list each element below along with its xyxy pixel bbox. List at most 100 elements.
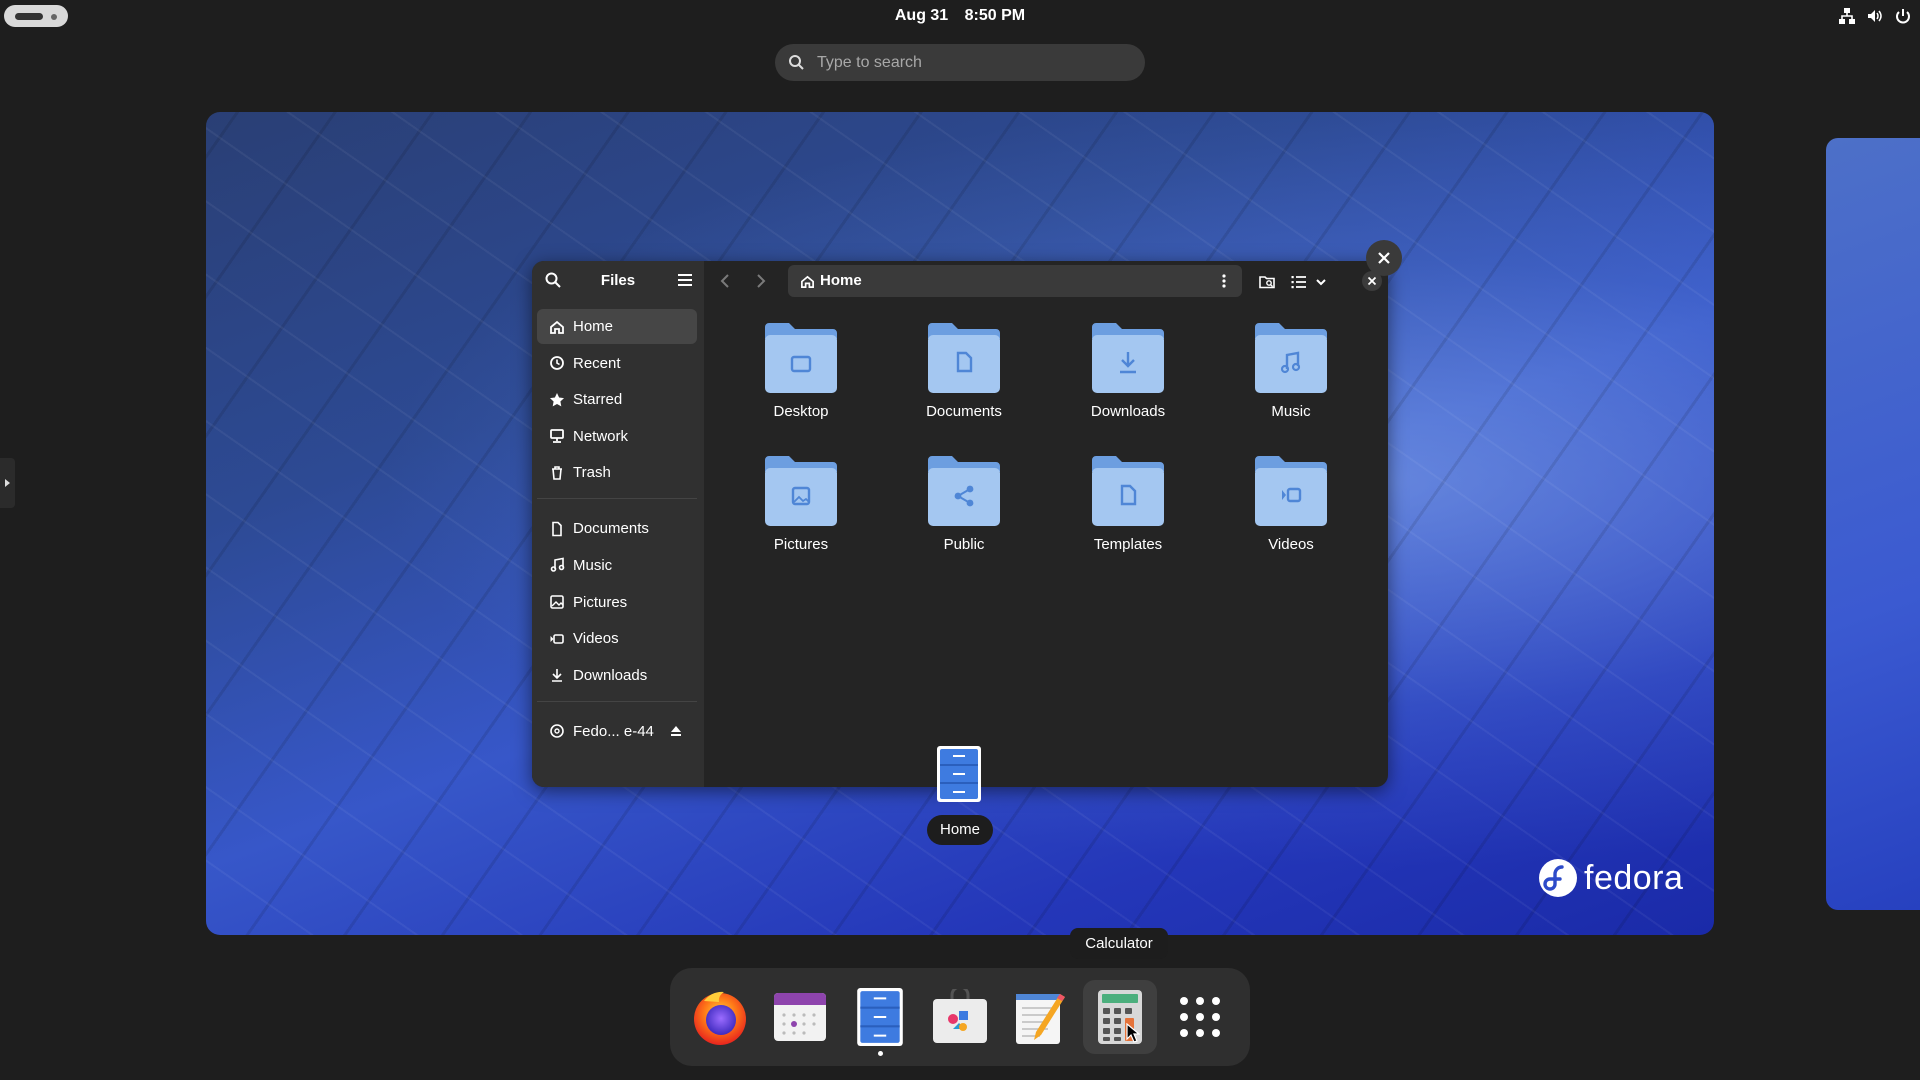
files-app-icon bbox=[937, 746, 981, 802]
search-folder-icon[interactable] bbox=[1258, 273, 1276, 291]
window-title-label: Home bbox=[927, 815, 993, 845]
dash-item-firefox[interactable] bbox=[683, 980, 757, 1054]
document-icon bbox=[549, 521, 565, 537]
sidebar-item-starred[interactable]: Starred bbox=[537, 382, 697, 417]
folder-icon bbox=[1255, 456, 1327, 526]
list-view-icon[interactable] bbox=[1290, 273, 1308, 291]
firefox-icon bbox=[694, 991, 746, 1045]
fedora-logo: fedora bbox=[1538, 858, 1683, 898]
folder-icon bbox=[765, 456, 837, 526]
dash-item-software[interactable] bbox=[923, 980, 997, 1054]
close-icon bbox=[1367, 276, 1377, 286]
fedora-wordmark: fedora bbox=[1584, 858, 1684, 897]
folder-icon bbox=[765, 323, 837, 393]
folder-name: Downloads bbox=[1090, 403, 1166, 420]
forward-icon[interactable] bbox=[750, 271, 770, 291]
app-grid-icon bbox=[1180, 997, 1220, 1037]
folder-name: Videos bbox=[1268, 536, 1314, 553]
dash-tooltip: Calculator bbox=[1070, 928, 1168, 959]
network-icon bbox=[549, 428, 565, 444]
sidebar-item-downloads[interactable]: Downloads bbox=[537, 658, 697, 693]
sidebar-item-trash[interactable]: Trash bbox=[537, 455, 697, 490]
clock[interactable]: Aug 31 8:50 PM bbox=[0, 0, 1920, 32]
disc-icon bbox=[549, 723, 565, 739]
close-icon bbox=[1378, 252, 1390, 264]
search-input[interactable] bbox=[815, 44, 1125, 81]
sidebar-item-pictures[interactable]: Pictures bbox=[537, 585, 697, 620]
search-icon bbox=[789, 55, 804, 70]
files-window[interactable]: Files Home Recent Starred Network Trash … bbox=[532, 261, 1388, 787]
dash-item-files[interactable] bbox=[843, 980, 917, 1056]
sidebar-list: Home Recent Starred Network Trash Docume… bbox=[537, 309, 697, 750]
folder-item[interactable]: Templates bbox=[1053, 450, 1203, 570]
home-icon bbox=[549, 319, 565, 335]
sidebar-item-label: Pictures bbox=[573, 593, 628, 611]
sidebar-item-label: Documents bbox=[573, 520, 649, 538]
back-icon[interactable] bbox=[716, 271, 736, 291]
files-icon bbox=[857, 988, 903, 1046]
dash-item-calendar[interactable] bbox=[763, 980, 837, 1054]
network-icon bbox=[1839, 8, 1855, 24]
folder-item[interactable]: Public bbox=[889, 450, 1039, 570]
sidebar-item-device[interactable]: Fedo... e-44 bbox=[537, 714, 697, 749]
folder-item[interactable]: Desktop bbox=[726, 317, 876, 437]
mouse-cursor-icon bbox=[1126, 1023, 1140, 1043]
overview-close-button[interactable] bbox=[1366, 240, 1402, 276]
sidebar-item-music[interactable]: Music bbox=[537, 548, 697, 583]
sidebar-item-label: Fedo... e-44 bbox=[573, 722, 654, 740]
folder-icon bbox=[928, 323, 1000, 393]
folder-icon bbox=[1092, 323, 1164, 393]
sidebar-item-recent[interactable]: Recent bbox=[537, 346, 697, 381]
sidebar-item-label: Downloads bbox=[573, 666, 648, 684]
folder-item[interactable]: Documents bbox=[889, 317, 1039, 437]
power-icon bbox=[1896, 9, 1910, 24]
system-tray[interactable] bbox=[1838, 6, 1912, 26]
folder-icon bbox=[1255, 323, 1327, 393]
sidebar-item-label: Starred bbox=[573, 391, 623, 409]
left-edge-handle[interactable] bbox=[0, 458, 15, 508]
sidebar-item-label: Music bbox=[573, 556, 613, 574]
search-entry[interactable] bbox=[775, 44, 1145, 81]
folder-item[interactable]: Downloads bbox=[1053, 317, 1203, 437]
folder-item[interactable]: Music bbox=[1216, 317, 1366, 437]
location-bar[interactable]: Home bbox=[788, 265, 1242, 297]
files-headerbar: Home bbox=[704, 261, 1388, 301]
sidebar-item-label: Network bbox=[573, 427, 629, 445]
video-icon bbox=[549, 631, 565, 647]
sidebar-item-home[interactable]: Home bbox=[537, 309, 697, 344]
sidebar-header: Files bbox=[532, 261, 704, 301]
text-editor-icon bbox=[1016, 994, 1065, 1044]
calendar-icon bbox=[774, 993, 826, 1041]
dash-item-show-apps[interactable] bbox=[1163, 980, 1237, 1054]
clock-icon bbox=[549, 355, 565, 371]
folder-item[interactable]: Pictures bbox=[726, 450, 876, 570]
trash-icon bbox=[549, 465, 565, 481]
sidebar-item-videos[interactable]: Videos bbox=[537, 621, 697, 656]
sidebar-item-label: Home bbox=[573, 318, 614, 335]
software-icon bbox=[933, 989, 987, 1043]
kebab-menu-icon[interactable] bbox=[1216, 273, 1232, 289]
download-icon bbox=[549, 667, 565, 683]
folder-name: Desktop bbox=[773, 403, 829, 420]
star-icon bbox=[549, 392, 565, 408]
workspace-next[interactable] bbox=[1826, 138, 1920, 910]
dash-item-calculator[interactable] bbox=[1083, 980, 1157, 1054]
sidebar-item-label: Videos bbox=[573, 630, 619, 648]
sidebar-item-label: Recent bbox=[573, 354, 621, 372]
top-bar: Aug 31 8:50 PM bbox=[0, 0, 1920, 32]
folder-item[interactable]: Videos bbox=[1216, 450, 1366, 570]
sidebar-item-network[interactable]: Network bbox=[537, 419, 697, 454]
dash-item-text-editor[interactable] bbox=[1003, 980, 1077, 1054]
sidebar-separator bbox=[537, 700, 697, 702]
clock-time: 8:50 PM bbox=[964, 7, 1026, 24]
volume-icon bbox=[1868, 10, 1882, 22]
sidebar-item-documents[interactable]: Documents bbox=[537, 511, 697, 546]
files-sidebar: Files Home Recent Starred Network Trash … bbox=[532, 261, 704, 787]
chevron-down-icon[interactable] bbox=[1314, 275, 1328, 289]
folder-icon bbox=[1092, 456, 1164, 526]
eject-icon[interactable] bbox=[669, 724, 683, 738]
clock-date: Aug 31 bbox=[894, 7, 949, 24]
hamburger-menu-icon[interactable] bbox=[676, 271, 694, 289]
folder-name: Public bbox=[943, 536, 985, 553]
picture-icon bbox=[549, 594, 565, 610]
